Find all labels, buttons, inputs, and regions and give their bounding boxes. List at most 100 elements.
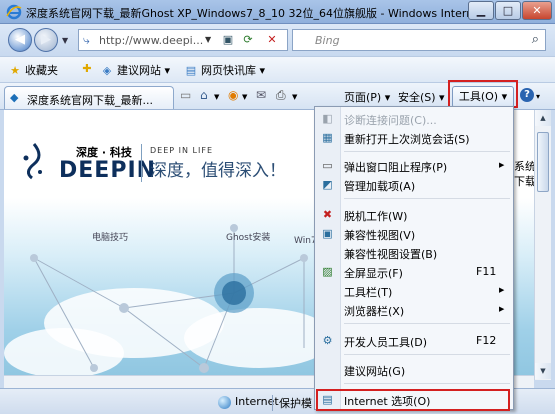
menu-separator: [344, 383, 510, 384]
refresh-icon[interactable]: ⟳: [239, 32, 257, 48]
address-dropdown-icon[interactable]: ▼: [205, 35, 211, 44]
menu-item-label: Internet 选项(O): [344, 395, 431, 408]
shortcut-key: F12: [476, 334, 497, 347]
brand-slogan: 深度，值得深入！: [150, 161, 286, 181]
menu-item-explorer-bars[interactable]: 浏览器栏(X) ▶: [315, 300, 513, 319]
submenu-arrow-icon: ▶: [499, 161, 505, 169]
maximize-button[interactable]: □: [495, 1, 521, 20]
reopen-session-icon: ▦: [322, 131, 333, 144]
home-icon[interactable]: ⌂: [200, 88, 208, 102]
browser-tab[interactable]: ◆ 深度系统官网下载_最新...: [4, 86, 174, 109]
shortcut-key: F11: [476, 265, 497, 278]
brand-tagline: DEEP IN LIFE: [150, 146, 213, 155]
menu-item-label: 开发人员工具(D): [344, 336, 428, 349]
url-text[interactable]: http://www.deepi...: [99, 34, 209, 47]
menu-item-label: 浏览器栏(X): [344, 305, 405, 318]
menu-item-compat-view[interactable]: ▣ 兼容性视图(V): [315, 224, 513, 243]
menu-item-toolbars[interactable]: 工具栏(T) ▶: [315, 281, 513, 300]
feeds-dropdown-icon[interactable]: ▼: [242, 93, 247, 101]
menu-item-fullscreen[interactable]: ▨ 全屏显示(F) F11: [315, 262, 513, 281]
nav-text-clipped[interactable]: 系统: [514, 158, 534, 174]
deepin-logo-icon: [23, 143, 42, 180]
print-icon[interactable]: ⎙: [276, 88, 286, 103]
web-slice-icon: ▤: [185, 64, 197, 77]
print-dropdown-icon[interactable]: ▼: [292, 93, 297, 101]
suggested-sites-icon: ◈: [102, 64, 112, 77]
star-icon: ★: [10, 64, 20, 77]
menu-item-label: 工具栏(T): [344, 286, 393, 299]
menu-item-label: 重新打开上次浏览会话(S): [344, 133, 470, 146]
help-icon[interactable]: ?: [520, 88, 534, 102]
security-zone[interactable]: Internet: [218, 395, 279, 409]
category-link[interactable]: Ghost安装: [226, 230, 270, 243]
scroll-down-icon[interactable]: ▼: [535, 363, 551, 379]
close-window-button[interactable]: ✕: [522, 1, 552, 20]
search-input[interactable]: Bing: [315, 34, 340, 47]
menu-item-label: 兼容性视图(V): [344, 229, 416, 242]
menu-item-label: 脱机工作(W): [344, 210, 408, 223]
stop-icon[interactable]: ✕: [263, 32, 281, 48]
scroll-thumb[interactable]: [537, 132, 549, 192]
compat-view-icon: ▣: [322, 227, 333, 240]
add-favorite-icon: ✚: [82, 62, 92, 75]
search-box[interactable]: Bing ⌕: [292, 29, 546, 51]
address-field[interactable]: ⤷ http://www.deepi... ▼ ▣ ⟳ ✕: [78, 29, 288, 51]
menu-separator: [344, 151, 510, 152]
menu-item-compat-settings[interactable]: 兼容性视图设置(B): [315, 243, 513, 262]
back-button[interactable]: ◀: [8, 28, 32, 52]
menu-item-dev-tools[interactable]: ⚙ 开发人员工具(D) F12: [315, 331, 513, 350]
help-dropdown-icon[interactable]: ▾: [536, 92, 540, 101]
menu-separator: [344, 198, 510, 199]
fullscreen-icon: ▨: [322, 265, 333, 278]
favorites-bar: ★ 收藏夹 ✚ ◈ 建议网站 ▾ ▤ 网页快讯库 ▾: [0, 56, 555, 82]
vertical-scrollbar[interactable]: ▲ ▼: [534, 110, 551, 380]
read-mail-icon[interactable]: ✉: [256, 88, 266, 102]
submenu-arrow-icon: ▶: [499, 286, 505, 294]
forward-arrow-icon: ▶: [41, 32, 51, 47]
menu-item-label: 管理加载项(A): [344, 180, 416, 193]
search-icon[interactable]: ⌕: [532, 32, 539, 47]
internet-options-icon: ▤: [322, 393, 333, 406]
menu-item-label: 建议网站(G): [344, 365, 406, 378]
addons-icon: ◩: [322, 178, 333, 191]
page-icon: ⤷: [83, 33, 90, 47]
menu-item-label: 诊断连接问题(C)...: [344, 114, 437, 127]
page-menu-button[interactable]: 页面(P) ▾: [344, 89, 390, 105]
history-dropdown-icon[interactable]: ▼: [62, 36, 68, 45]
web-slice-label: 网页快讯库 ▾: [201, 64, 266, 77]
compat-view-button-icon[interactable]: ▣: [219, 32, 237, 48]
favorites-button[interactable]: ★ 收藏夹: [8, 62, 58, 78]
menu-item-suggested-sites[interactable]: 建议网站(G): [315, 360, 513, 379]
add-favorite-button[interactable]: ✚: [80, 62, 97, 76]
tab-favicon-icon: ◆: [10, 91, 19, 104]
menu-item-reopen-session[interactable]: ▦ 重新打开上次浏览会话(S): [315, 128, 513, 147]
menu-item-work-offline[interactable]: ✖ 脱机工作(W): [315, 205, 513, 224]
tools-menu-button[interactable]: 工具(O) ▾: [452, 86, 514, 108]
menu-item-diagnose[interactable]: ◧ 诊断连接问题(C)...: [315, 109, 513, 128]
back-arrow-icon: ◀: [15, 32, 25, 47]
window-title: 深度系统官网下载_最新Ghost XP_Windows7_8_10 32位_64…: [26, 7, 468, 20]
protected-mode-status[interactable]: 保护模: [272, 395, 312, 411]
menu-separator: [344, 323, 510, 324]
menu-item-popup-blocker[interactable]: ▭ 弹出窗口阻止程序(P) ▶: [315, 156, 513, 175]
forward-button[interactable]: ▶: [34, 28, 58, 52]
scroll-up-icon[interactable]: ▲: [535, 110, 551, 126]
nav-text-clipped[interactable]: 下载: [514, 173, 534, 189]
menu-item-internet-options[interactable]: ▤ Internet 选项(O): [315, 390, 513, 409]
feeds-icon[interactable]: ◉: [228, 88, 238, 102]
globe-icon: [218, 395, 231, 409]
home-dropdown-icon[interactable]: ▼: [214, 93, 219, 101]
favorites-label: 收藏夹: [25, 64, 58, 77]
category-link[interactable]: 电脑技巧: [92, 230, 128, 243]
suggested-sites-link[interactable]: ◈ 建议网站 ▾: [100, 62, 170, 78]
new-tab-icon[interactable]: ▭: [180, 88, 191, 102]
brand-divider: [141, 144, 142, 182]
menu-separator: [344, 354, 510, 355]
address-toolbar: ◀ ▶ ▼ ⤷ http://www.deepi... ▼ ▣ ⟳ ✕ Bing…: [0, 24, 555, 56]
minimize-button[interactable]: ▁: [468, 1, 494, 20]
web-slice-gallery-link[interactable]: ▤ 网页快讯库 ▾: [184, 62, 265, 78]
menu-item-manage-addons[interactable]: ◩ 管理加载项(A): [315, 175, 513, 194]
offline-icon: ✖: [322, 208, 333, 221]
safety-menu-button[interactable]: 安全(S) ▾: [398, 89, 445, 105]
network-graphic: [30, 224, 308, 373]
